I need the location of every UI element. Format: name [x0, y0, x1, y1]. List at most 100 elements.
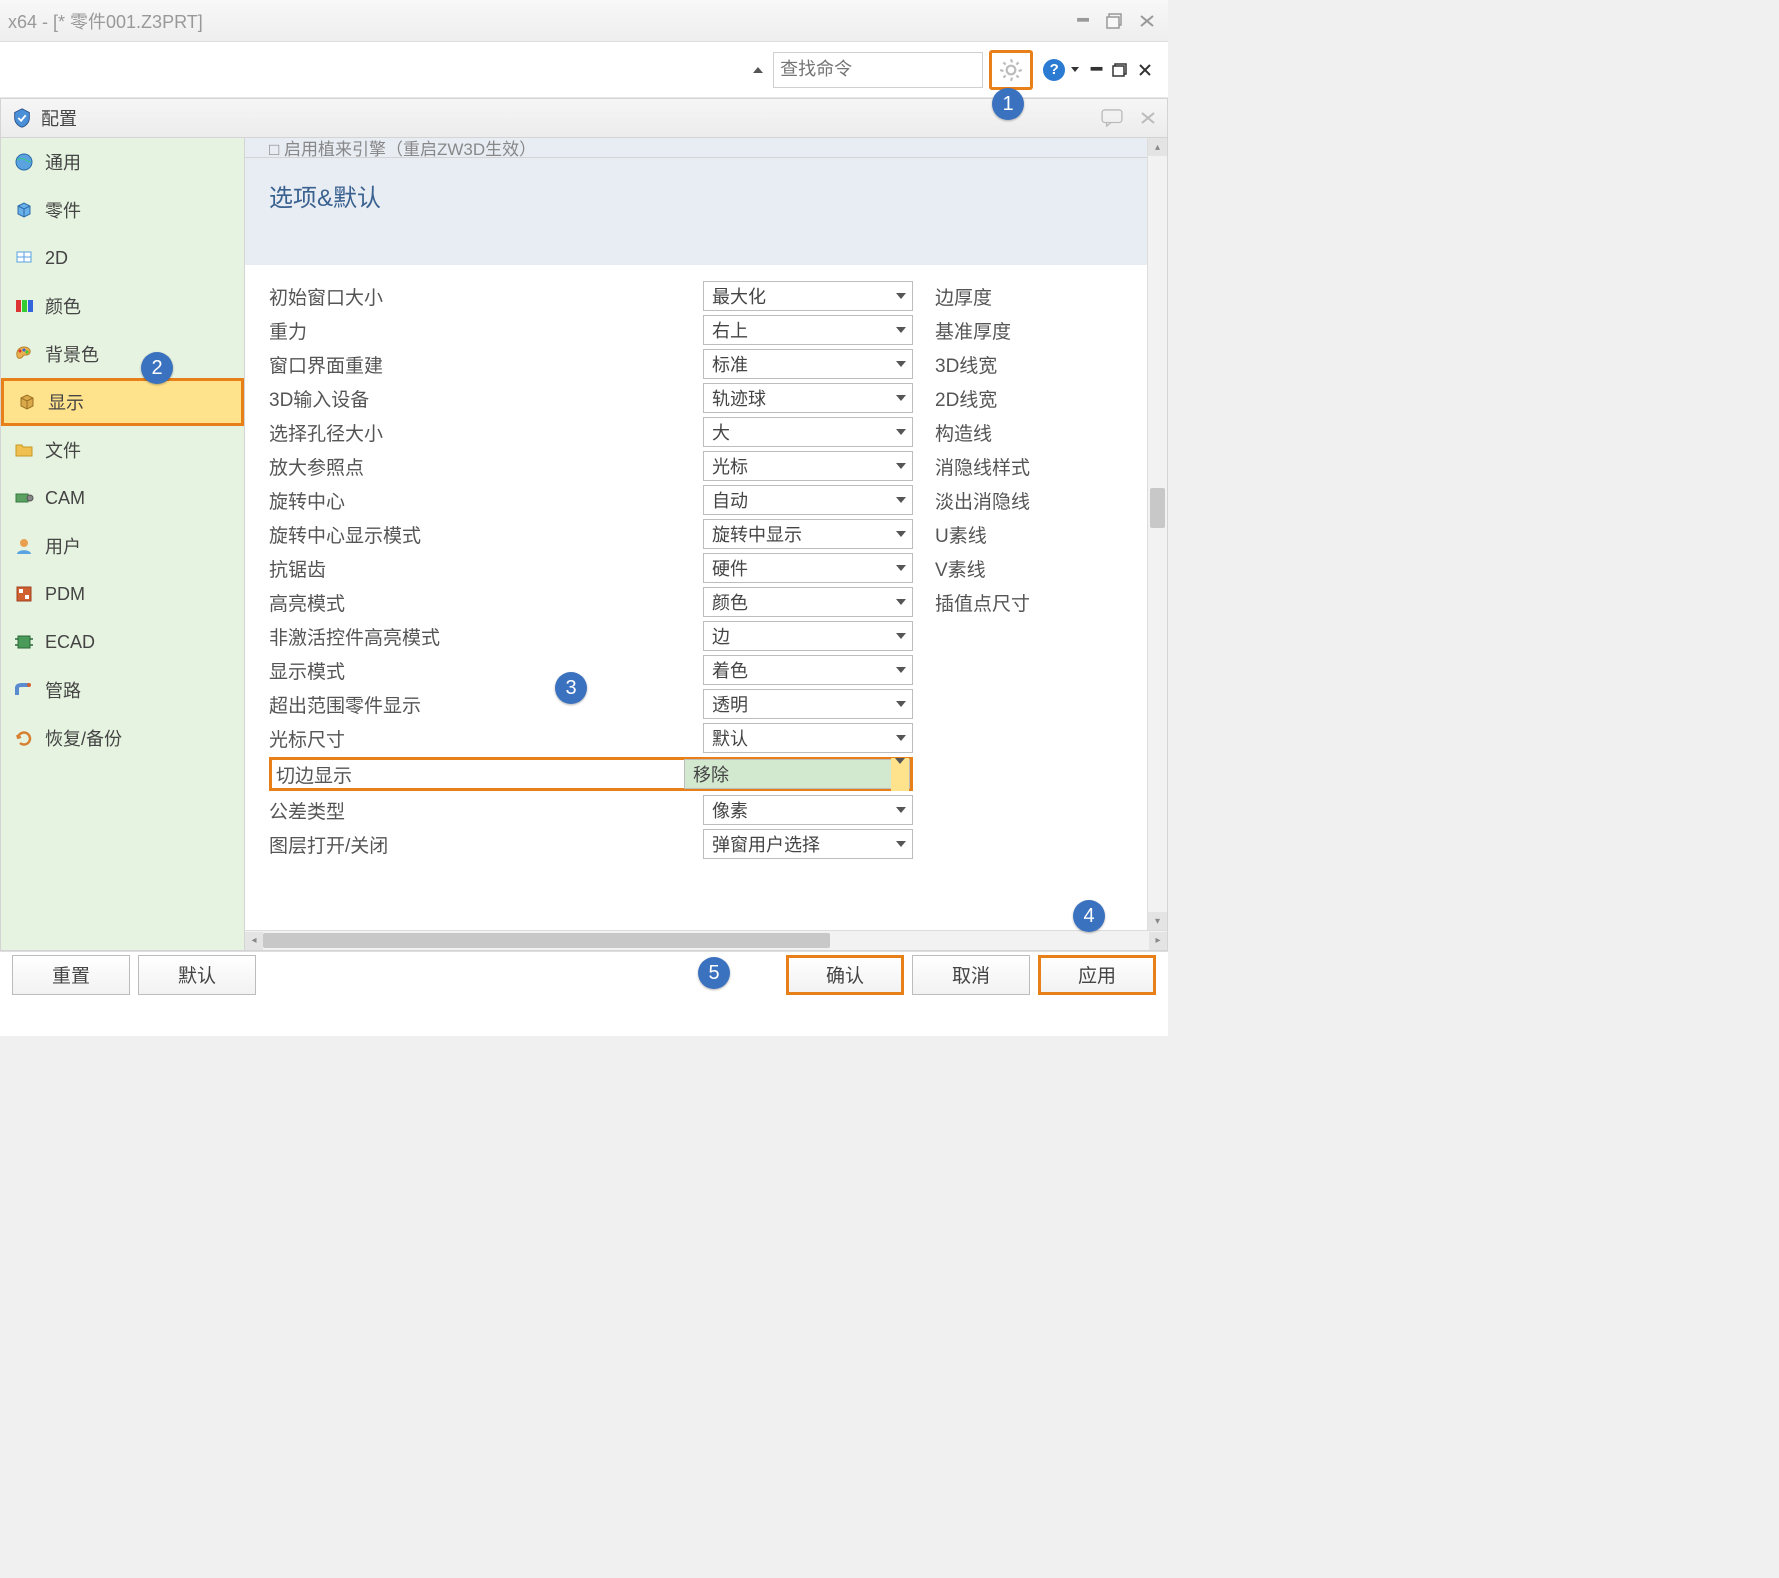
step-marker-1: 1 — [992, 88, 1024, 120]
option-combo[interactable]: 自动 — [703, 485, 913, 515]
sidebar-label: PDM — [45, 584, 85, 605]
option-label: 显示模式 — [269, 653, 681, 687]
sidebar-label: 用户 — [45, 533, 81, 559]
inner-close-button[interactable] — [1134, 63, 1156, 77]
sidebar-item-color[interactable]: 颜色 — [1, 282, 244, 330]
option-label: 旋转中心显示模式 — [269, 517, 681, 551]
scroll-down-arrow[interactable]: ▾ — [1148, 912, 1167, 930]
combo-value: 像素 — [712, 797, 748, 823]
sidebar-label: ECAD — [45, 632, 95, 653]
option-combo[interactable]: 默认 — [703, 723, 913, 753]
option-combo[interactable]: 硬件 — [703, 553, 913, 583]
sidebar-item-ecad[interactable]: ECAD — [1, 618, 244, 666]
cutoff-text: □ 启用植来引擎（重启ZW3D生效） — [245, 138, 1167, 158]
combo-value: 弹窗用户选择 — [712, 831, 820, 857]
step-marker-4: 4 — [1073, 900, 1105, 932]
sidebar-item-pdm[interactable]: PDM — [1, 570, 244, 618]
chevron-down-icon — [896, 463, 906, 469]
option-combo[interactable]: 像素 — [703, 795, 913, 825]
option-combo[interactable]: 最大化 — [703, 281, 913, 311]
help-button[interactable]: ? — [1041, 57, 1067, 83]
chevron-down-icon — [896, 701, 906, 707]
inner-minimize-button[interactable]: ━ — [1087, 59, 1106, 80]
ok-button[interactable]: 确认 — [786, 955, 904, 995]
combo-value: 颜色 — [712, 589, 748, 615]
chevron-down-icon — [896, 599, 906, 605]
combo-value: 大 — [712, 419, 730, 445]
option-combo[interactable]: 移除 — [684, 759, 910, 789]
vertical-scrollbar[interactable]: ▴ ▾ — [1147, 138, 1167, 930]
scroll-up-arrow[interactable]: ▴ — [1148, 138, 1167, 156]
extra-label: 基准厚度 — [935, 317, 1143, 344]
sidebar-label: 零件 — [45, 197, 81, 223]
2d-icon — [13, 247, 35, 269]
option-combo[interactable]: 弹窗用户选择 — [703, 829, 913, 859]
extra-label: 构造线 — [935, 419, 1143, 446]
search-input[interactable] — [780, 59, 1012, 80]
option-combo[interactable]: 透明 — [703, 689, 913, 719]
horizontal-scrollbar[interactable]: ◂ ▸ — [245, 930, 1167, 950]
pdm-icon — [13, 583, 35, 605]
option-combo[interactable]: 着色 — [703, 655, 913, 685]
combo-value: 标准 — [712, 351, 748, 377]
option-combo[interactable]: 轨迹球 — [703, 383, 913, 413]
titlebar: x64 - [* 零件001.Z3PRT] ━ — [0, 0, 1168, 42]
close-button[interactable] — [1134, 11, 1160, 31]
sidebar-item-cam[interactable]: CAM — [1, 474, 244, 522]
combo-value: 旋转中显示 — [712, 521, 802, 547]
cam-icon — [13, 487, 35, 509]
option-label: 重力 — [269, 313, 681, 347]
apply-button[interactable]: 应用 — [1038, 955, 1156, 995]
close-icon — [1138, 63, 1152, 77]
help-dropdown-arrow[interactable] — [1071, 67, 1079, 72]
expand-toggle[interactable] — [753, 67, 763, 73]
default-button[interactable]: 默认 — [138, 955, 256, 995]
chevron-down-icon — [895, 758, 905, 784]
close-icon — [1139, 110, 1157, 126]
option-combo[interactable]: 标准 — [703, 349, 913, 379]
option-combo[interactable]: 边 — [703, 621, 913, 651]
sidebar-item-general[interactable]: 通用 — [1, 138, 244, 186]
option-label: 放大参照点 — [269, 449, 681, 483]
option-combo[interactable]: 颜色 — [703, 587, 913, 617]
combo-value: 右上 — [712, 317, 748, 343]
option-label: 高亮模式 — [269, 585, 681, 619]
restore-icon — [1112, 63, 1128, 77]
sidebar-label: 管路 — [45, 677, 81, 703]
combo-value: 光标 — [712, 453, 748, 479]
sidebar-item-display[interactable]: 显示 — [1, 378, 244, 426]
hscrollbar-thumb[interactable] — [263, 933, 830, 948]
option-combo[interactable]: 旋转中显示 — [703, 519, 913, 549]
minimize-button[interactable]: ━ — [1070, 11, 1096, 31]
sidebar-item-backup[interactable]: 恢复/备份 — [1, 714, 244, 762]
panel-close-button[interactable] — [1139, 110, 1157, 126]
option-combo[interactable]: 右上 — [703, 315, 913, 345]
option-label: 窗口界面重建 — [269, 347, 681, 381]
sidebar-item-routing[interactable]: 管路 — [1, 666, 244, 714]
combo-value: 默认 — [712, 725, 748, 751]
cancel-button[interactable]: 取消 — [912, 955, 1030, 995]
inner-restore-button[interactable] — [1108, 63, 1132, 77]
option-combo[interactable]: 光标 — [703, 451, 913, 481]
extra-label: V素线 — [935, 555, 1143, 582]
feedback-icon[interactable] — [1101, 109, 1123, 127]
option-label: 抗锯齿 — [269, 551, 681, 585]
option-label: 初始窗口大小 — [269, 279, 681, 313]
scroll-left-arrow[interactable]: ◂ — [245, 932, 263, 950]
reset-button[interactable]: 重置 — [12, 955, 130, 995]
option-combo[interactable]: 大 — [703, 417, 913, 447]
step-marker-3: 3 — [555, 672, 587, 704]
button-bar: 重置 默认 确认 取消 应用 5 — [0, 951, 1168, 997]
sidebar-item-file[interactable]: 文件 — [1, 426, 244, 474]
scrollbar-thumb[interactable] — [1150, 488, 1165, 528]
sidebar-item-background[interactable]: 背景色 — [1, 330, 244, 378]
sidebar-item-user[interactable]: 用户 — [1, 522, 244, 570]
sidebar-label: 文件 — [45, 437, 81, 463]
sidebar-item-2d[interactable]: 2D — [1, 234, 244, 282]
scroll-right-arrow[interactable]: ▸ — [1149, 932, 1167, 950]
extra-label: 消隐线样式 — [935, 453, 1143, 480]
sidebar-label: 2D — [45, 248, 68, 269]
sidebar-item-part[interactable]: 零件 — [1, 186, 244, 234]
maximize-button[interactable] — [1102, 11, 1128, 31]
settings-gear-button[interactable] — [989, 50, 1033, 90]
